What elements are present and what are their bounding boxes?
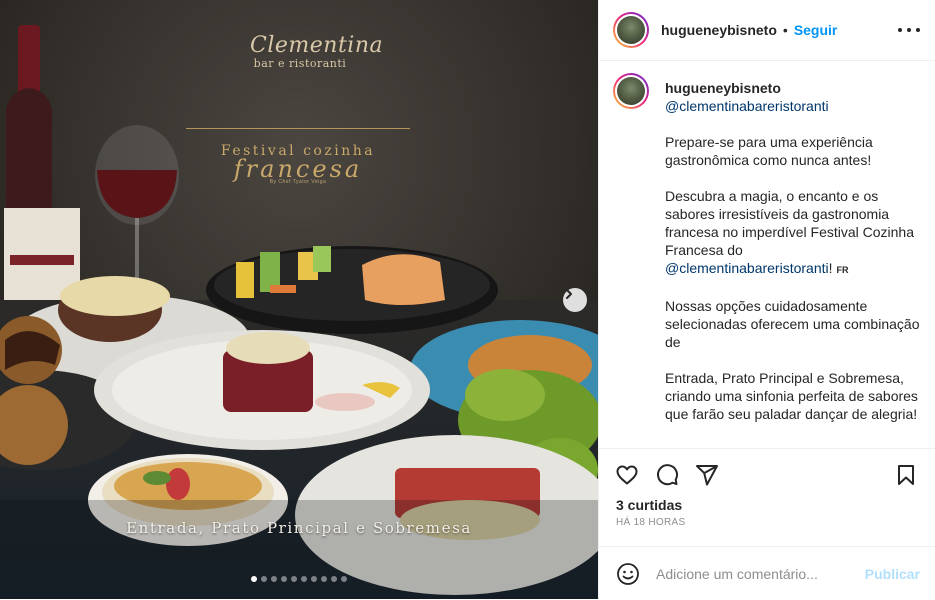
caption-section: hugueneybisneto @clementinabareristorant…	[599, 61, 935, 448]
caption-body: hugueneybisneto @clementinabareristorant…	[665, 79, 925, 441]
profile-photo	[617, 16, 645, 44]
carousel-next-button[interactable]	[563, 288, 587, 312]
image-caption-text: Entrada, Prato Principal e Sobremesa	[126, 519, 472, 537]
festival-line-2: francesa	[233, 155, 363, 183]
carousel-dot	[341, 576, 347, 582]
carousel-dot	[311, 576, 317, 582]
mention-link[interactable]: @clementinabareristoranti	[665, 260, 829, 276]
avatar[interactable]	[613, 12, 649, 48]
post-image[interactable]: Clementina bar e ristoranti Festival coz…	[0, 0, 598, 599]
caption-paragraph-3: Nossas opções cuidadosamente selecionada…	[665, 298, 920, 350]
carousel-dot	[331, 576, 337, 582]
profile-photo	[617, 77, 645, 105]
logo-subtitle: bar e ristoranti	[253, 57, 347, 70]
carousel-dot	[271, 576, 277, 582]
caption-paragraph-2: Descubra a magia, o encanto e os sabores…	[665, 188, 915, 276]
restaurant-logo: Clementina bar e ristoranti	[250, 33, 384, 70]
carousel-indicator	[0, 576, 598, 582]
caption-username[interactable]: hugueneybisneto	[665, 79, 925, 97]
flag-fr: FR	[836, 265, 849, 275]
food-photo	[0, 0, 598, 599]
festival-title-block: Festival cozinha francesa By Chef Tyalor…	[186, 128, 410, 185]
carousel-dot	[301, 576, 307, 582]
carousel-dot	[281, 576, 287, 582]
festival-credit: By Chef Tyalor Veiga	[269, 179, 327, 185]
more-options-icon[interactable]	[898, 20, 920, 40]
caption-paragraph-1: Prepare-se para uma experiência gastronô…	[665, 134, 873, 168]
likes-count[interactable]: 3 curtidas	[616, 497, 682, 513]
caption-paragraph-4: Entrada, Prato Principal e Sobremesa, cr…	[665, 370, 918, 422]
avatar[interactable]	[613, 73, 649, 109]
carousel-dot	[321, 576, 327, 582]
post-header: hugueneybisneto • Seguir	[599, 0, 935, 61]
emoji-icon[interactable]	[616, 562, 640, 586]
divider	[186, 128, 410, 129]
carousel-dot	[261, 576, 267, 582]
mention-link[interactable]: @clementinabareristoranti	[665, 98, 829, 114]
header-username[interactable]: hugueneybisneto	[661, 22, 777, 38]
post-comment-button[interactable]: Publicar	[865, 566, 920, 582]
post-timestamp[interactable]: HÁ 18 HORAS	[616, 517, 685, 528]
add-comment-bar: Publicar	[599, 546, 935, 600]
comment-icon[interactable]	[655, 463, 679, 487]
carousel-dot	[251, 576, 257, 582]
share-icon[interactable]	[695, 463, 719, 487]
post-actions: 3 curtidas HÁ 18 HORAS	[599, 448, 935, 547]
chevron-right-icon	[566, 289, 572, 299]
comment-input[interactable]	[654, 564, 848, 583]
heart-icon[interactable]	[615, 463, 639, 487]
follow-button[interactable]: Seguir	[794, 22, 838, 38]
carousel-dot	[291, 576, 297, 582]
bookmark-icon[interactable]	[894, 463, 918, 487]
post-side-panel: hugueneybisneto • Seguir hugueneybisneto…	[598, 0, 935, 599]
separator-dot: •	[782, 22, 788, 38]
logo-script: Clementina	[250, 33, 384, 58]
